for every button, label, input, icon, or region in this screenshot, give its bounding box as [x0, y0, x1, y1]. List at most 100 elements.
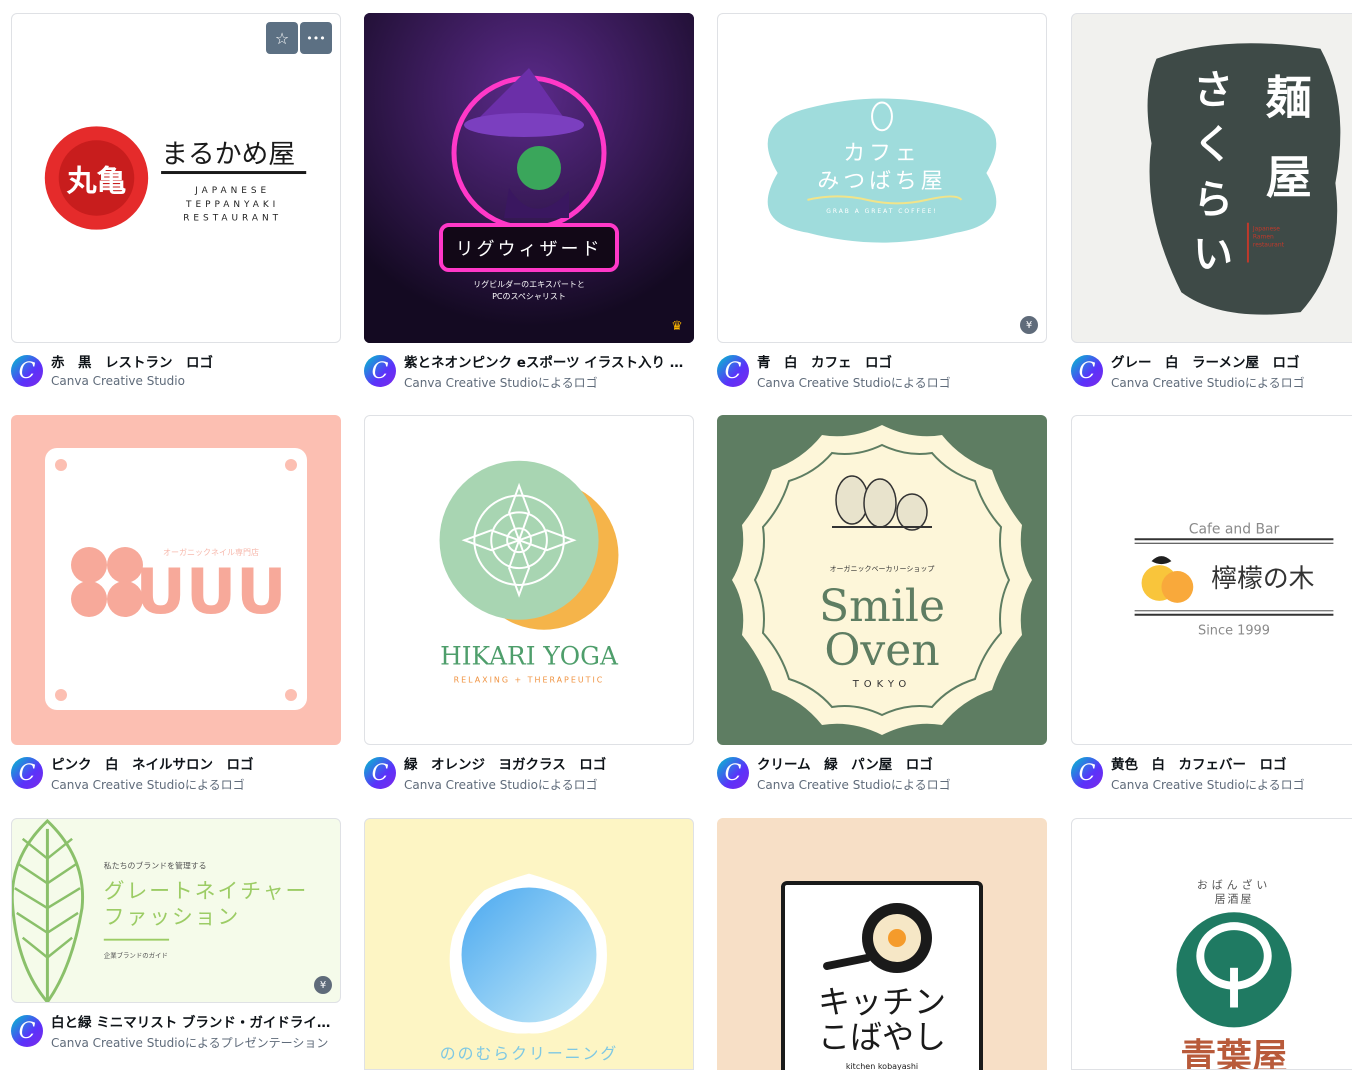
card-creator[interactable]: Canva Creative Studioによるロゴ [757, 374, 1047, 391]
paid-badge-icon: ¥ [1020, 316, 1038, 334]
paid-badge-icon: ¥ [314, 976, 332, 994]
template-thumbnail[interactable]: オーガニックベーカリーショップ Smile Oven TOKYO [717, 415, 1047, 745]
logo-kanji: 丸亀 [66, 164, 127, 199]
card-title[interactable]: 緑 オレンジ ヨガクラス ロゴ [404, 753, 694, 773]
template-thumbnail[interactable]: リグウィザード リグビルダーのエキスパートと PCのスペシャリスト ♛ [364, 13, 694, 343]
logo-preview: HIKARI YOGA RELAXING + THERAPEUTIC [439, 460, 619, 684]
card-title[interactable]: グレー 白 ラーメン屋 ロゴ [1111, 351, 1352, 371]
svg-text:PCのスペシャリスト: PCのスペシャリスト [492, 292, 566, 301]
hover-toolbar: ☆ ••• [266, 22, 332, 54]
svg-text:Oven: Oven [824, 625, 939, 676]
svg-text:ら: ら [1193, 177, 1233, 223]
svg-text:い: い [1193, 231, 1233, 277]
svg-text:く: く [1193, 122, 1233, 168]
svg-text:さ: さ [1193, 67, 1233, 113]
svg-text:ファッション: ファッション [104, 905, 240, 929]
creator-avatar[interactable]: C [717, 355, 749, 387]
presentation-preview: 私たちのブランドを管理する グレートネイチャー ファッション 企業ブランドのガイ… [12, 819, 309, 1002]
creator-avatar[interactable]: C [1071, 355, 1103, 387]
creator-avatar[interactable]: C [717, 757, 749, 789]
template-thumbnail[interactable]: 麺 屋 さ く ら い Japanese Ramen restaurant [1071, 13, 1352, 343]
svg-text:居酒屋: 居酒屋 [1215, 892, 1254, 905]
svg-text:Since 1999: Since 1999 [1198, 624, 1270, 639]
template-thumbnail[interactable]: Cafe and Bar 檸檬の木 Since 1999 [1071, 415, 1352, 745]
card-title[interactable]: 赤 黒 レストラン ロゴ [51, 351, 341, 371]
svg-text:JAPANESE: JAPANESE [194, 186, 270, 196]
logo-preview: 麺 屋 さ く ら い Japanese Ramen restaurant [1147, 43, 1341, 315]
card-creator[interactable]: Canva Creative Studioによるプレゼンテーション [51, 1034, 341, 1051]
more-options-icon[interactable]: ••• [300, 22, 332, 54]
logo-main-text: UUU [135, 555, 286, 628]
logo-preview: ののむらクリーニング [440, 873, 618, 1063]
logo-main-text: まるかめ屋 [161, 139, 295, 170]
svg-text:麺: 麺 [1266, 70, 1312, 124]
logo-preview: 丸亀 まるかめ屋 JAPANESE TEPPANYAKI RESTAURANT [44, 126, 307, 230]
card-creator[interactable]: Canva Creative Studioによるロゴ [1111, 374, 1352, 391]
creator-avatar[interactable]: C [11, 757, 43, 789]
template-thumbnail[interactable]: 丸亀 まるかめ屋 JAPANESE TEPPANYAKI RESTAURANT … [11, 13, 341, 343]
card-title[interactable]: 紫とネオンピンク eスポーツ イラスト入り ゲーミング ロゴ [404, 351, 694, 371]
svg-text:restaurant: restaurant [1253, 242, 1285, 249]
card-meta: C ピンク 白 ネイルサロン ロゴ Canva Creative Studioに… [11, 753, 341, 803]
logo-preview: キッチン こばやし kitchen kobayashi [781, 881, 983, 1070]
card-creator[interactable]: Canva Creative Studio [51, 374, 341, 388]
slide-heading: グレートネイチャー [104, 879, 309, 903]
template-thumbnail[interactable]: カフェ みつばち屋 GRAB A GREAT COFFEE! ¥ [717, 13, 1047, 343]
logo-preview: カフェ みつばち屋 GRAB A GREAT COFFEE! [767, 98, 997, 243]
svg-text:Japanese: Japanese [1252, 226, 1280, 233]
svg-text:TOKYO: TOKYO [852, 679, 912, 690]
card-creator[interactable]: Canva Creative Studioによるロゴ [757, 776, 1047, 793]
logo-main-text: HIKARI YOGA [440, 641, 619, 670]
svg-text:RELAXING + THERAPEUTIC: RELAXING + THERAPEUTIC [454, 675, 605, 684]
template-thumbnail[interactable]: オーガニックネイル専門店 UUU [11, 415, 341, 745]
card-title[interactable]: 黄色 白 カフェバー ロゴ [1111, 753, 1352, 773]
card-title[interactable]: ピンク 白 ネイルサロン ロゴ [51, 753, 341, 773]
svg-text:おばんざい: おばんざい [1197, 877, 1271, 891]
card-meta: C 緑 オレンジ ヨガクラス ロゴ Canva Creative Studioに… [364, 753, 694, 803]
logo-main-text: キッチン [818, 983, 946, 1021]
svg-text:カフェ: カフェ [843, 141, 921, 166]
creator-avatar[interactable]: C [1071, 757, 1103, 789]
card-meta: C 黄色 白 カフェバー ロゴ Canva Creative Studioによる… [1071, 753, 1352, 803]
template-thumbnail[interactable]: 私たちのブランドを管理する グレートネイチャー ファッション 企業ブランドのガイ… [11, 818, 341, 1003]
card-title[interactable]: 白と緑 ミニマリスト ブランド・ガイドライン プレゼンテーション [51, 1011, 341, 1031]
logo-main-text: ののむらクリーニング [440, 1044, 618, 1063]
creator-avatar[interactable]: C [364, 757, 396, 789]
card-creator[interactable]: Canva Creative Studioによるロゴ [404, 776, 694, 793]
logo-main-text: リグウィザード [456, 239, 603, 260]
template-thumbnail[interactable]: キッチン こばやし kitchen kobayashi [717, 818, 1047, 1070]
card-meta: C 青 白 カフェ ロゴ Canva Creative Studioによるロゴ [717, 351, 1047, 401]
svg-text:私たちのブランドを管理する: 私たちのブランドを管理する [104, 860, 207, 870]
creator-avatar[interactable]: C [11, 1015, 43, 1047]
svg-text:TEPPANYAKI: TEPPANYAKI [185, 200, 279, 210]
card-title[interactable]: クリーム 緑 パン屋 ロゴ [757, 753, 1047, 773]
card-creator[interactable]: Canva Creative Studioによるロゴ [51, 776, 341, 793]
card-meta: C 白と緑 ミニマリスト ブランド・ガイドライン プレゼンテーション Canva… [11, 1011, 341, 1061]
template-thumbnail[interactable]: おばんざい 居酒屋 青葉屋 [1071, 818, 1352, 1070]
svg-text:RESTAURANT: RESTAURANT [183, 214, 282, 224]
card-meta: C 紫とネオンピンク eスポーツ イラスト入り ゲーミング ロゴ Canva C… [364, 351, 694, 401]
logo-main-text: 青葉屋 [1180, 1037, 1287, 1069]
creator-avatar[interactable]: C [364, 355, 396, 387]
svg-text:Ramen: Ramen [1253, 234, 1274, 241]
card-meta: C 赤 黒 レストラン ロゴ Canva Creative Studio [11, 351, 341, 401]
svg-text:kitchen kobayashi: kitchen kobayashi [846, 1062, 918, 1070]
card-creator[interactable]: Canva Creative Studioによるロゴ [1111, 776, 1352, 793]
card-title[interactable]: 青 白 カフェ ロゴ [757, 351, 1047, 371]
logo-preview: オーガニックネイル専門店 UUU [45, 448, 307, 710]
svg-text:屋: 屋 [1266, 150, 1312, 204]
card-meta: C グレー 白 ラーメン屋 ロゴ Canva Creative Studioによ… [1071, 351, 1352, 401]
star-icon[interactable]: ☆ [266, 22, 298, 54]
svg-text:こばやし: こばやし [818, 1018, 946, 1056]
svg-text:オーガニックベーカリーショップ: オーガニックベーカリーショップ [830, 564, 935, 573]
logo-preview: おばんざい 居酒屋 青葉屋 [1176, 877, 1292, 1069]
svg-text:GRAB A GREAT COFFEE!: GRAB A GREAT COFFEE! [826, 208, 938, 215]
premium-crown-icon: ♛ [671, 318, 683, 334]
svg-text:企業ブランドのガイド: 企業ブランドのガイド [104, 950, 168, 959]
svg-text:リグビルダーのエキスパートと: リグビルダーのエキスパートと [473, 279, 585, 289]
card-meta: C クリーム 緑 パン屋 ロゴ Canva Creative Studioによる… [717, 753, 1047, 803]
template-thumbnail[interactable]: HIKARI YOGA RELAXING + THERAPEUTIC [364, 415, 694, 745]
creator-avatar[interactable]: C [11, 355, 43, 387]
template-thumbnail[interactable]: ののむらクリーニング [364, 818, 694, 1070]
card-creator[interactable]: Canva Creative Studioによるロゴ [404, 374, 694, 391]
